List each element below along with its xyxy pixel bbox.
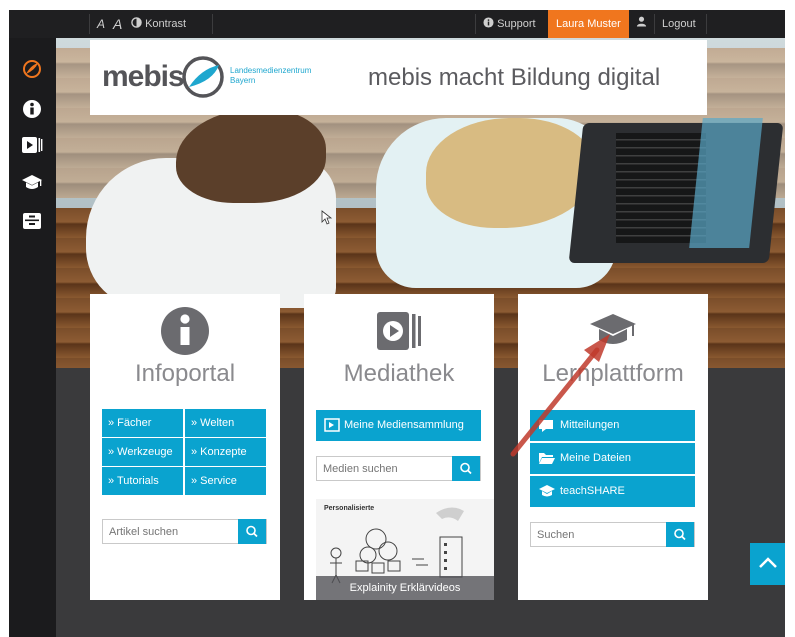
lernplattform-search bbox=[530, 522, 695, 547]
teachshare-button[interactable]: teachSHARE bbox=[530, 476, 695, 507]
my-media-collection-label: Meine Mediensammlung bbox=[344, 419, 464, 431]
infoportal-search bbox=[102, 519, 267, 544]
message-icon bbox=[538, 410, 554, 441]
profile-link[interactable] bbox=[636, 10, 647, 38]
font-smaller-button[interactable]: A bbox=[97, 10, 105, 38]
logout-link[interactable]: Logout bbox=[662, 10, 696, 38]
mebis-logo-text[interactable]: mebis bbox=[102, 60, 185, 94]
link-service[interactable]: » Service bbox=[185, 467, 266, 495]
sidebar-item-mediathek[interactable] bbox=[19, 132, 45, 158]
collection-icon bbox=[324, 410, 340, 441]
top-bar: A A Kontrast Support Laura Muster Logout bbox=[9, 10, 785, 38]
banner-tagline: mebis macht Bildung digital bbox=[368, 64, 661, 91]
folder-open-icon bbox=[538, 443, 555, 474]
infoportal-search-button[interactable] bbox=[238, 519, 266, 544]
media-player-icon bbox=[377, 312, 421, 350]
info-icon bbox=[161, 307, 209, 355]
article-search-input[interactable] bbox=[103, 520, 233, 543]
platform-search-input[interactable] bbox=[531, 523, 661, 546]
font-larger-button[interactable]: A bbox=[113, 10, 122, 38]
user-icon bbox=[636, 16, 647, 27]
drawer-icon bbox=[23, 213, 41, 229]
mouse-cursor bbox=[321, 210, 333, 225]
sidebar-item-home[interactable] bbox=[19, 56, 45, 82]
messages-button[interactable]: Mitteilungen bbox=[530, 410, 695, 441]
contrast-icon bbox=[131, 17, 142, 28]
contrast-button[interactable]: Kontrast bbox=[131, 10, 186, 38]
card-lernplattform: Lernplattform Mitteilungen Meine Dateien… bbox=[518, 294, 708, 600]
video-caption: Explainity Erklärvideos bbox=[316, 576, 494, 600]
info-icon bbox=[483, 17, 494, 28]
sidebar bbox=[9, 38, 56, 637]
sidebar-item-infoportal[interactable] bbox=[19, 96, 45, 122]
search-icon bbox=[460, 462, 472, 475]
mediathek-search bbox=[316, 456, 481, 481]
card-mediathek: Mediathek Meine Mediensammlung Personali… bbox=[304, 294, 494, 600]
card-title-infoportal: Infoportal bbox=[134, 360, 236, 387]
sidebar-item-lernplattform[interactable] bbox=[19, 170, 45, 196]
teachshare-icon bbox=[538, 476, 556, 507]
card-infoportal: Infoportal » Fächer » Welten » Werkzeuge… bbox=[90, 294, 280, 600]
info-icon bbox=[23, 100, 41, 118]
my-media-collection-button[interactable]: Meine Mediensammlung bbox=[316, 410, 481, 441]
link-welten[interactable]: » Welten bbox=[185, 409, 266, 437]
link-tutorials[interactable]: » Tutorials bbox=[102, 467, 183, 495]
messages-label: Mitteilungen bbox=[560, 419, 620, 431]
link-konzepte[interactable]: » Konzepte bbox=[185, 438, 266, 466]
lernplattform-search-button[interactable] bbox=[666, 522, 694, 547]
mebis-logo-icon bbox=[182, 56, 224, 98]
graduation-cap-icon bbox=[22, 175, 42, 189]
teachshare-label: teachSHARE bbox=[560, 485, 625, 497]
support-label: Support bbox=[497, 18, 536, 30]
app-frame: A A Kontrast Support Laura Muster Logout bbox=[9, 10, 785, 637]
link-faecher[interactable]: » Fächer bbox=[102, 409, 183, 437]
logo-subtitle: Landesmedienzentrum Bayern bbox=[230, 66, 312, 85]
support-link[interactable]: Support bbox=[483, 10, 536, 38]
explainity-video-thumbnail[interactable]: Personalisierte Explainity Erklärvideos bbox=[316, 499, 494, 600]
chevron-up-icon bbox=[759, 557, 777, 568]
scroll-to-top-button[interactable] bbox=[750, 543, 785, 585]
search-icon bbox=[674, 528, 686, 541]
contrast-label: Kontrast bbox=[145, 18, 187, 30]
mebis-logo-icon bbox=[23, 60, 41, 78]
my-files-button[interactable]: Meine Dateien bbox=[530, 443, 695, 474]
graduation-cap-icon bbox=[590, 314, 636, 344]
media-player-icon bbox=[22, 137, 43, 153]
card-title-mediathek: Mediathek bbox=[343, 360, 455, 387]
card-title-lernplattform: Lernplattform bbox=[542, 360, 684, 387]
link-werkzeuge[interactable]: » Werkzeuge bbox=[102, 438, 183, 466]
my-files-label: Meine Dateien bbox=[560, 452, 631, 464]
search-icon bbox=[246, 525, 258, 538]
header-banner: mebis Landesmedienzentrum Bayern mebis m… bbox=[90, 40, 707, 115]
media-search-input[interactable] bbox=[317, 457, 447, 480]
sidebar-item-drawer[interactable] bbox=[19, 208, 45, 234]
mediathek-search-button[interactable] bbox=[452, 456, 480, 481]
user-name-button[interactable]: Laura Muster bbox=[548, 10, 629, 38]
